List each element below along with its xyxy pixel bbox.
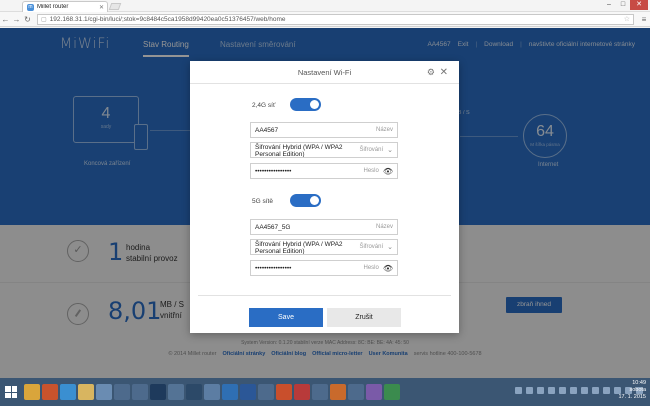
dialog-header: Nastavení Wi-Fi ⚙ ✕ <box>190 61 459 84</box>
band-5-label: 5G sítě <box>252 198 273 205</box>
clock[interactable]: 10:49 sobota 17. 1. 2015 <box>618 380 646 401</box>
url-input[interactable]: ▢ 192.168.31.1/cgi-bin/luci/;stok=9c8484… <box>37 13 634 25</box>
tray-icon[interactable] <box>515 387 522 394</box>
dialog-title: Nastavení Wi-Fi <box>297 68 352 77</box>
ie-icon[interactable] <box>60 384 76 400</box>
app-icon[interactable] <box>384 384 400 400</box>
chevron-down-icon: ⌄ <box>387 147 393 154</box>
new-tab-button[interactable] <box>108 3 122 10</box>
wifi-settings-dialog: Nastavení Wi-Fi ⚙ ✕ 2,4G síť AA4567 Náze… <box>190 61 459 333</box>
band-24-toggle[interactable] <box>290 98 321 111</box>
band-5-password-placeholder: Heslo <box>363 265 379 271</box>
window-controls: – □ ✕ <box>602 0 648 10</box>
app-icon[interactable] <box>312 384 328 400</box>
clock-time: 10:49 <box>632 380 646 386</box>
app-icon[interactable] <box>330 384 346 400</box>
url-text: 192.168.31.1/cgi-bin/luci/;stok=9c8484c5… <box>49 15 286 23</box>
band-24-ssid-placeholder: Název <box>375 127 393 133</box>
app-icon[interactable] <box>168 384 184 400</box>
start-button[interactable] <box>0 378 22 406</box>
tray-icon[interactable] <box>537 387 544 394</box>
cancel-button[interactable]: Zrušit <box>327 308 401 327</box>
network-icon[interactable] <box>548 387 555 394</box>
band-5-password-value: •••••••••••••••• <box>255 264 292 272</box>
band-5-encryption-placeholder: Šifrování <box>359 244 384 250</box>
band-24-password-placeholder: Heslo <box>363 168 379 174</box>
band-24-ssid-value: AA4567 <box>255 126 279 134</box>
tab-title: Millet router <box>37 4 69 10</box>
outlook-icon[interactable] <box>222 384 238 400</box>
browser-titlebar: m Millet router ✕ – □ ✕ <box>0 0 650 12</box>
app-icon[interactable] <box>186 384 202 400</box>
tray-icon[interactable] <box>570 387 577 394</box>
eye-icon[interactable]: 👁 <box>383 264 393 273</box>
maximize-icon[interactable]: □ <box>616 0 630 10</box>
firefox-icon[interactable] <box>42 384 58 400</box>
band-24-password-field[interactable]: •••••••••••••••• Heslo 👁 <box>250 163 398 179</box>
band-24-encryption-value: Šifrování Hybrid (WPA / WPA2 Personal Ed… <box>255 144 343 157</box>
save-button[interactable]: Save <box>249 308 323 327</box>
app-icon[interactable] <box>366 384 382 400</box>
dialog-divider <box>198 295 451 296</box>
band-5-ssid-field[interactable]: AA4567_5G Název <box>250 219 398 235</box>
router-favicon-icon: m <box>27 3 34 11</box>
band-24-password-value: •••••••••••••••• <box>255 167 292 175</box>
windows-taskbar: 10:49 sobota 17. 1. 2015 <box>0 378 650 406</box>
band-24-encryption-placeholder: Šifrování <box>359 147 384 153</box>
photoshop-icon[interactable] <box>150 384 166 400</box>
clock-date: 17. 1. 2015 <box>618 394 646 400</box>
gear-icon[interactable]: ⚙ <box>427 61 435 84</box>
pdf-icon[interactable] <box>294 384 310 400</box>
band-5-password-field[interactable]: •••••••••••••••• Heslo 👁 <box>250 260 398 276</box>
browser-tab[interactable]: m Millet router ✕ <box>22 1 108 12</box>
folder-icon[interactable] <box>78 384 94 400</box>
band-5-ssid-value: AA4567_5G <box>255 223 291 231</box>
band-5-ssid-placeholder: Název <box>375 224 393 230</box>
tab-close-icon[interactable]: ✕ <box>99 4 104 11</box>
band-24-ssid-field[interactable]: AA4567 Název <box>250 122 398 138</box>
window-close-icon[interactable]: ✕ <box>630 0 648 10</box>
band-24-label: 2,4G síť <box>252 102 276 109</box>
eye-icon[interactable]: 👁 <box>383 167 393 176</box>
volume-icon[interactable] <box>559 387 566 394</box>
reload-icon[interactable]: ↻ <box>22 15 33 24</box>
app-icon[interactable] <box>348 384 364 400</box>
minimize-icon[interactable]: – <box>602 0 616 10</box>
close-icon[interactable]: ✕ <box>440 61 448 84</box>
tray-icon[interactable] <box>603 387 610 394</box>
chevron-down-icon: ⌄ <box>387 244 393 251</box>
app-icon[interactable] <box>258 384 274 400</box>
band-5-toggle[interactable] <box>290 194 321 207</box>
page-icon: ▢ <box>41 16 47 23</box>
tray-icon[interactable] <box>592 387 599 394</box>
band-24-encryption-select[interactable]: Šifrování Hybrid (WPA / WPA2 Personal Ed… <box>250 142 398 158</box>
windows-logo-icon <box>5 386 17 398</box>
app-icon[interactable] <box>132 384 148 400</box>
app-icon[interactable] <box>204 384 220 400</box>
back-icon[interactable]: ← <box>0 15 11 24</box>
tray-icon[interactable] <box>581 387 588 394</box>
band-5-encryption-select[interactable]: Šifrování Hybrid (WPA / WPA2 Personal Ed… <box>250 239 398 255</box>
address-bar: ← → ↻ ▢ 192.168.31.1/cgi-bin/luci/;stok=… <box>0 12 650 27</box>
browser-menu-icon[interactable]: ≡ <box>638 15 650 24</box>
chrome-icon[interactable] <box>24 384 40 400</box>
bookmark-star-icon[interactable]: ☆ <box>624 15 630 23</box>
app-icon[interactable] <box>96 384 112 400</box>
word-icon[interactable] <box>240 384 256 400</box>
app-icon[interactable] <box>114 384 130 400</box>
band-5-encryption-value: Šifrování Hybrid (WPA / WPA2 Personal Ed… <box>255 241 343 254</box>
powerpoint-icon[interactable] <box>276 384 292 400</box>
tray-icon[interactable] <box>526 387 533 394</box>
forward-icon[interactable]: → <box>11 15 22 24</box>
clock-day: sobota <box>629 387 646 393</box>
